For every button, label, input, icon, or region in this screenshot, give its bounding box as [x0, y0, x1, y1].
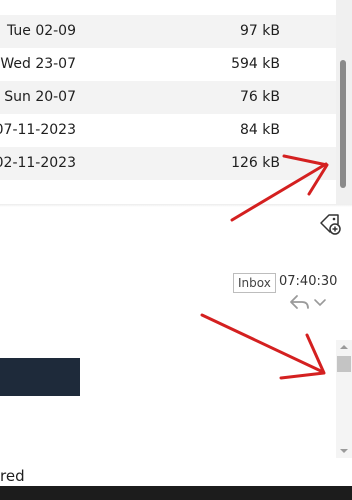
table-row[interactable]: 07-11-2023 84 kB	[0, 114, 336, 147]
list-scrollbar-thumb[interactable]	[340, 60, 346, 188]
row-size: 594 kB	[231, 56, 280, 72]
message-body-text: red	[0, 467, 25, 485]
tag-add-icon[interactable]	[318, 212, 342, 236]
row-size: 76 kB	[240, 89, 280, 105]
message-time: 07:40:30	[279, 274, 338, 289]
annotation-arrow-lower-head	[279, 333, 326, 380]
row-date: Sun 20-07	[4, 89, 76, 105]
table-row[interactable]: Tue 02-09 97 kB	[0, 15, 336, 48]
table-row[interactable]: 02-11-2023 126 kB	[0, 147, 336, 180]
folder-badge[interactable]: Inbox	[233, 273, 276, 293]
scroll-down-icon[interactable]	[336, 444, 352, 458]
row-date: Wed 23-07	[0, 56, 76, 72]
table-row[interactable]: Wed 23-07 594 kB	[0, 48, 336, 81]
scroll-up-icon[interactable]	[336, 340, 352, 354]
row-size: 126 kB	[231, 155, 280, 171]
message-list-pane: Tue 02-09 97 kB Wed 23-07 594 kB Sun 20-…	[0, 0, 352, 205]
reply-icon[interactable]	[288, 293, 310, 311]
row-size: 84 kB	[240, 122, 280, 138]
body-scrollbar-thumb[interactable]	[337, 356, 351, 372]
pane-divider[interactable]	[0, 204, 352, 207]
table-row[interactable]: Sun 20-07 76 kB	[0, 81, 336, 114]
row-date: Tue 02-09	[6, 23, 76, 39]
row-date: 02-11-2023	[0, 155, 76, 171]
taskbar	[0, 486, 352, 500]
chevron-down-icon[interactable]	[313, 296, 327, 308]
row-size: 97 kB	[240, 23, 280, 39]
annotation-arrow-lower	[200, 313, 325, 374]
row-date: 07-11-2023	[0, 122, 76, 138]
message-banner-block	[0, 358, 80, 396]
